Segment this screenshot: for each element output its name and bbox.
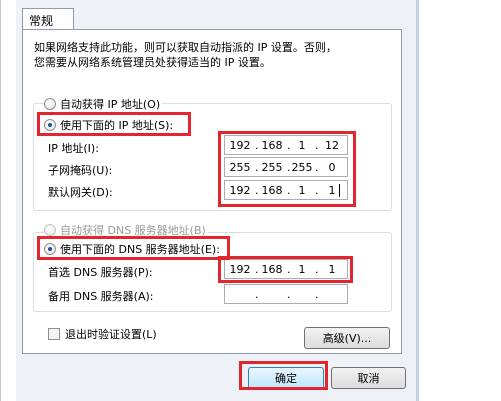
preferred-dns-octet-4: 1: [328, 263, 336, 276]
ip-address-octet-4: 12: [325, 139, 339, 152]
preferred-dns-label: 首选 DNS 服务器(P):: [48, 266, 153, 279]
alternate-dns-field[interactable]: . . .: [224, 284, 348, 304]
manual-ip-radio-dot: [44, 119, 56, 131]
auto-dns-radio-dot: [44, 224, 56, 236]
background-window-edge: [0, 0, 16, 401]
manual-ip-radio-label: 使用下面的 IP 地址(S):: [60, 119, 174, 132]
ok-button[interactable]: 确定: [248, 367, 324, 389]
subnet-mask-octet-3: 255: [291, 161, 313, 174]
background-window-border: [0, 0, 1, 401]
gateway-dot-3: .: [315, 184, 319, 197]
gateway-octet-1: 192: [229, 184, 251, 197]
desktop-background: [419, 0, 501, 401]
default-gateway-label: 默认网关(D):: [48, 186, 113, 199]
preferred-dns-octet-3: 1: [298, 263, 306, 276]
subnet-mask-octet-4: 0: [328, 161, 336, 174]
description-line-2: 您需要从网络系统管理员处获得适当的 IP 设置。: [34, 56, 271, 69]
manual-dns-radio[interactable]: 使用下面的 DNS 服务器地址(E):: [44, 241, 222, 257]
gateway-octet-3: 1: [298, 184, 306, 197]
ip-address-dot-1: .: [255, 139, 259, 152]
preferred-dns-octet-1: 192: [229, 263, 251, 276]
description-line-1: 如果网络支持此功能，则可以获取自动指派的 IP 设置。否则，: [34, 41, 337, 54]
subnet-mask-octet-2: 255: [261, 161, 283, 174]
description-text: 如果网络支持此功能，则可以获取自动指派的 IP 设置。否则， 您需要从网络系统管…: [34, 40, 374, 70]
manual-ip-radio[interactable]: 使用下面的 IP 地址(S):: [44, 117, 176, 133]
alternate-dns-dot-2: .: [287, 288, 291, 301]
text-caret: [339, 184, 340, 197]
manual-dns-radio-dot: [44, 243, 56, 255]
subnet-mask-octet-1: 255: [229, 161, 251, 174]
advanced-button[interactable]: 高级(V)...: [304, 327, 390, 349]
alternate-dns-dot-1: .: [255, 288, 259, 301]
ip-address-dot-3: .: [315, 139, 319, 152]
ip-address-field[interactable]: 192 . 168 . 1 . 12: [224, 135, 348, 155]
ip-address-octet-3: 1: [298, 139, 306, 152]
alternate-dns-dot-3: .: [315, 288, 319, 301]
validate-checkbox-label: 退出时验证设置(L): [65, 328, 157, 341]
auto-ip-radio[interactable]: 自动获得 IP 地址(O): [44, 96, 163, 112]
cancel-button[interactable]: 取消: [331, 367, 406, 389]
ip-address-octet-1: 192: [229, 139, 251, 152]
auto-dns-radio-label: 自动获得 DNS 服务器地址(B): [60, 224, 206, 237]
validate-on-exit-checkbox[interactable]: 退出时验证设置(L): [48, 326, 157, 342]
default-gateway-field[interactable]: 192 . 168 . 1 . 1: [224, 180, 348, 200]
tab-general-label: 常规: [29, 14, 54, 28]
auto-dns-radio[interactable]: 自动获得 DNS 服务器地址(B): [44, 222, 208, 238]
validate-checkbox-box: [48, 328, 60, 340]
preferred-dns-octet-2: 168: [261, 263, 283, 276]
alternate-dns-label: 备用 DNS 服务器(A):: [48, 290, 154, 303]
ip-address-octet-2: 168: [261, 139, 283, 152]
subnet-mask-label: 子网掩码(U):: [48, 164, 113, 177]
manual-dns-radio-label: 使用下面的 DNS 服务器地址(E):: [60, 243, 220, 256]
auto-ip-radio-label: 自动获得 IP 地址(O): [60, 98, 161, 111]
auto-ip-radio-dot: [44, 98, 56, 110]
preferred-dns-dot-1: .: [255, 263, 259, 276]
tab-general[interactable]: 常规: [22, 8, 74, 30]
preferred-dns-dot-3: .: [315, 263, 319, 276]
gateway-octet-2: 168: [261, 184, 283, 197]
subnet-mask-field[interactable]: 255 . 255 . 255 . 0: [224, 157, 348, 177]
ip-address-label: IP 地址(I):: [48, 142, 99, 155]
gateway-octet-4: 1: [328, 184, 336, 197]
subnet-mask-dot-3: .: [315, 161, 319, 174]
gateway-dot-1: .: [255, 184, 259, 197]
subnet-mask-dot-1: .: [255, 161, 259, 174]
preferred-dns-field[interactable]: 192 . 168 . 1 . 1: [224, 259, 348, 279]
